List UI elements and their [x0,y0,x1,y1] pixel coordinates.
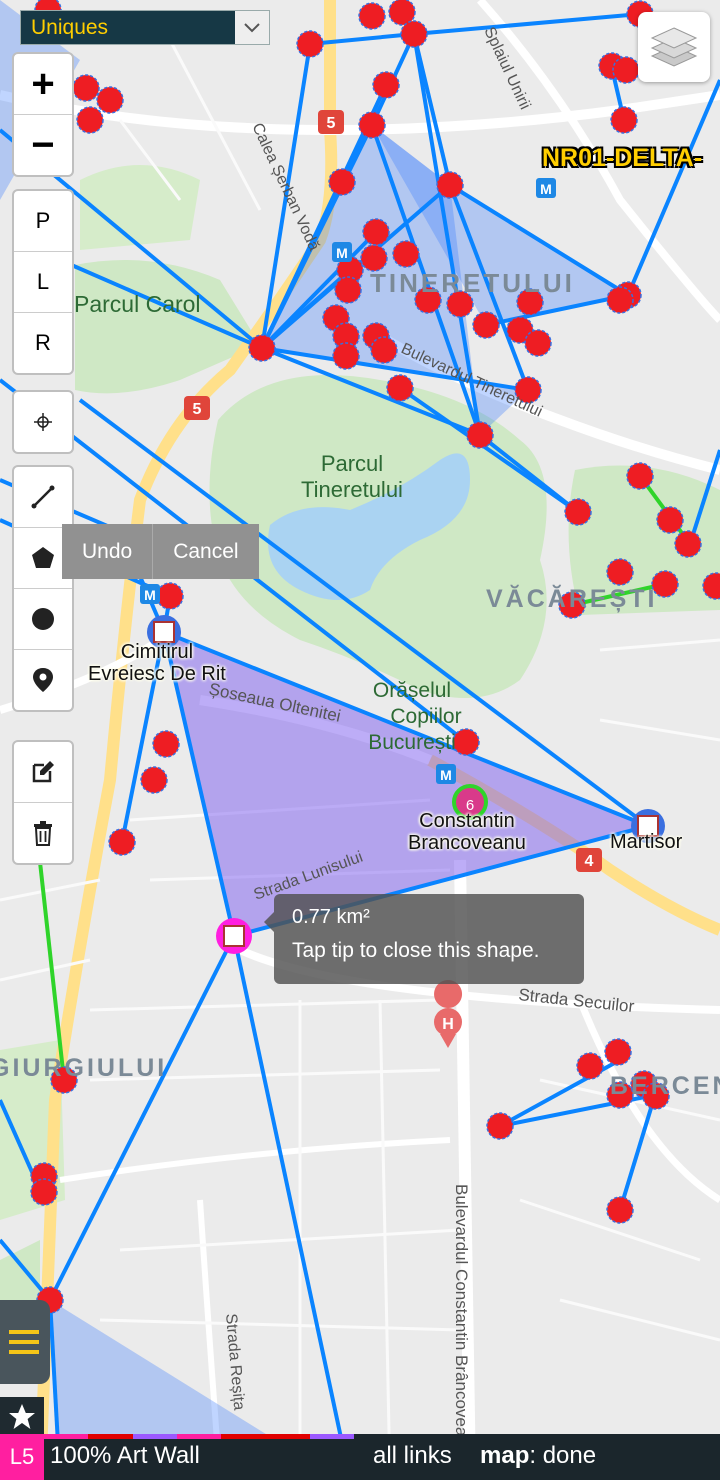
favorites-button[interactable] [0,1397,44,1437]
circle-icon [32,608,54,630]
polyline-icon [31,485,55,509]
draw-tooltip: 0.77 km² Tap tip to close this shape. [264,894,584,984]
metro-icon-2: M [536,178,556,198]
map-status: map: done [480,1442,596,1470]
area-value: 0.77 km² [292,906,370,928]
route-shield-5a: 5 [318,110,344,134]
label-parcul-tineretului-2: Tineretului [301,477,403,502]
svg-text:5: 5 [327,115,336,132]
level-badge: L5 [0,1434,44,1480]
layers-icon [650,27,698,67]
filter-select[interactable]: Uniques [20,10,270,45]
zoom-out-button[interactable]: − [14,115,72,175]
p-button[interactable]: P [14,191,72,252]
label-parcul-carol: Parcul Carol [74,291,201,317]
draw-marker-button[interactable] [14,650,72,710]
crosshair-icon [34,413,52,431]
svg-text:5: 5 [193,401,202,418]
portal-label-cimitirul: Cimitirul Evreiesc De Rit [88,641,226,685]
portal-name[interactable]: 100% Art Wall [50,1442,200,1470]
svg-text:M: M [540,181,552,197]
zoom-control: + − [12,52,74,177]
route-shield-5b: 5 [184,396,210,420]
svg-text:H: H [442,1016,454,1033]
undo-button[interactable]: Undo [62,524,152,579]
locate-button[interactable] [14,392,72,452]
chevron-down-icon[interactable] [235,11,269,44]
label-bulevardul-brancoveanu: Bulevardul Constantin Brâncoveanu [452,1184,471,1455]
cancel-button[interactable]: Cancel [152,524,258,579]
menu-button[interactable] [0,1300,50,1384]
draw-toolbar [12,465,74,712]
label-parcul-tineretului-1: Parcul [321,451,383,476]
label-vacaresti: VĂCĂREȘTI [486,584,657,613]
map-status-key: map [480,1442,530,1469]
status-bar: L5 100% Art Wall all links map: done [0,1434,720,1480]
tooltip-hint: Tap tip to close this shape. [292,939,540,962]
layers-button[interactable] [638,12,710,82]
operation-label: NR01-DELTA- [542,144,703,172]
resonator-bar [44,1434,354,1439]
map-status-value: : done [529,1442,597,1469]
edit-layers-button[interactable] [14,742,72,803]
map-canvas[interactable]: TINERETULUI Parcul Carol VĂCĂREȘTI GIURG… [0,0,720,1480]
portal-label-constantin: Constantin Brancoveanu [408,810,526,854]
pentagon-icon [32,547,54,568]
label-orasel-2: Copiilor [390,705,461,728]
edit-control [12,740,74,865]
draw-actions: Undo Cancel [62,524,259,579]
label-orasel-3: București [368,731,456,754]
zoom-in-button[interactable]: + [14,54,72,115]
metro-icon-4: M [140,584,160,604]
label-giurgiului: GIURGIULUI [0,1054,167,1082]
label-tineretului-district: TINERETULUI [370,268,575,298]
metro-icon-3: M [436,764,456,784]
trash-icon [34,821,52,846]
delete-layers-button[interactable] [14,803,72,863]
l-button[interactable]: L [14,252,72,313]
draw-circle-button[interactable] [14,589,72,650]
metro-icon-1: M [332,242,352,262]
links-filter-status[interactable]: all links [373,1442,452,1470]
r-button[interactable]: R [14,313,72,373]
star-icon [9,1404,35,1429]
map-pin-icon [33,668,53,692]
svg-text:M: M [440,767,452,783]
locate-control [12,390,74,454]
link-mode-control: P L R [12,189,74,375]
route-shield-4: 4 [576,848,602,872]
hamburger-icon [9,1330,39,1354]
park-west [80,165,200,250]
svg-text:4: 4 [585,853,594,870]
svg-text:M: M [336,245,348,261]
edit-icon [32,761,54,783]
label-berceni: BERCENI [610,1072,720,1100]
filter-select-value: Uniques [31,15,109,39]
draw-polyline-button[interactable] [14,467,72,528]
svg-text:M: M [144,587,156,603]
label-orasel-1: Orășelul [373,679,451,702]
portal-label-martisor: Martisor [610,831,683,853]
